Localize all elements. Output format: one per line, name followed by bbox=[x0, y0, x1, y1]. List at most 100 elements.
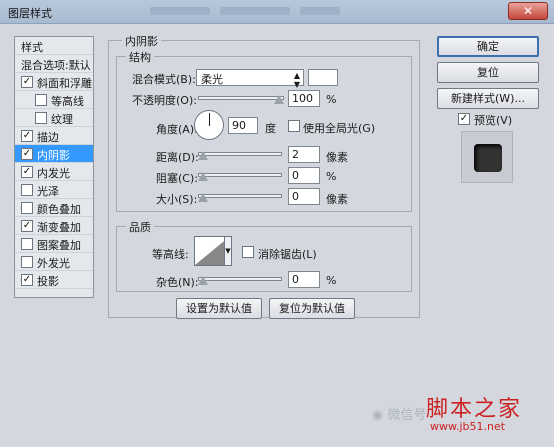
style-item[interactable]: ✓ 内发光 bbox=[15, 163, 93, 181]
style-item[interactable]: 外发光 bbox=[15, 253, 93, 271]
style-item-checkbox[interactable] bbox=[21, 256, 33, 268]
styles-header-label: 样式 bbox=[21, 41, 43, 54]
style-item-checkbox[interactable]: ✓ bbox=[21, 220, 33, 232]
blending-options-label: 混合选项:默认 bbox=[21, 59, 91, 72]
style-item-checkbox[interactable] bbox=[35, 94, 47, 106]
new-style-button[interactable]: 新建样式(W)... bbox=[437, 88, 539, 109]
choke-input[interactable]: 0 bbox=[288, 167, 320, 184]
style-item-checkbox[interactable] bbox=[21, 202, 33, 214]
distance-slider-thumb[interactable] bbox=[198, 151, 208, 160]
distance-unit: 像素 bbox=[326, 151, 348, 164]
preview-checkbox[interactable]: ✓ bbox=[458, 113, 470, 125]
style-item-checkbox[interactable]: ✓ bbox=[21, 166, 33, 178]
global-light-checkbox[interactable] bbox=[288, 120, 300, 132]
distance-slider[interactable] bbox=[198, 149, 282, 160]
angle-needle bbox=[209, 113, 210, 126]
style-item-checkbox[interactable]: ✓ bbox=[21, 274, 33, 286]
choke-slider[interactable] bbox=[198, 170, 282, 181]
global-light-label: 使用全局光(G) bbox=[303, 122, 376, 135]
blend-mode-select[interactable]: 柔光 ▲ ▼ bbox=[196, 69, 304, 89]
opacity-input[interactable]: 100 bbox=[288, 90, 320, 107]
style-item[interactable]: ✓ 斜面和浮雕 bbox=[15, 73, 93, 91]
style-item-checkbox[interactable] bbox=[21, 238, 33, 250]
style-item[interactable]: 图案叠加 bbox=[15, 235, 93, 253]
style-item-checkbox[interactable] bbox=[21, 184, 33, 196]
style-item-checkbox[interactable] bbox=[35, 112, 47, 124]
style-item-checkbox[interactable]: ✓ bbox=[21, 148, 33, 160]
style-item-label: 渐变叠加 bbox=[37, 221, 81, 234]
styles-header[interactable]: 样式 bbox=[15, 37, 93, 55]
style-item[interactable]: 光泽 bbox=[15, 181, 93, 199]
blending-options-item[interactable]: 混合选项:默认 bbox=[15, 55, 93, 73]
size-slider-track bbox=[198, 194, 282, 198]
contour-dropdown-button[interactable]: ▼ bbox=[224, 236, 232, 266]
choke-slider-thumb[interactable] bbox=[198, 172, 208, 181]
make-default-button[interactable]: 设置为默认值 bbox=[176, 298, 262, 319]
style-preview bbox=[461, 131, 513, 183]
style-item-label: 纹理 bbox=[51, 113, 73, 126]
style-item[interactable]: 颜色叠加 bbox=[15, 199, 93, 217]
choke-slider-track bbox=[198, 173, 282, 177]
style-item-label: 光泽 bbox=[37, 185, 59, 198]
size-slider[interactable] bbox=[198, 191, 282, 202]
quality-title: 品质 bbox=[126, 219, 154, 235]
titlebar-blur bbox=[300, 7, 340, 15]
style-item-label: 外发光 bbox=[37, 257, 70, 270]
style-item-label: 图案叠加 bbox=[37, 239, 81, 252]
size-unit: 像素 bbox=[326, 193, 348, 206]
opacity-slider[interactable] bbox=[198, 93, 284, 104]
opacity-slider-thumb[interactable] bbox=[274, 95, 284, 104]
contour-label: 等高线: bbox=[152, 248, 189, 261]
style-item[interactable]: ✓ 内阴影 bbox=[15, 145, 93, 163]
structure-title: 结构 bbox=[126, 49, 154, 65]
style-item-label: 描边 bbox=[37, 131, 59, 144]
style-item-label: 内发光 bbox=[37, 167, 70, 180]
style-item[interactable]: ✓ 投影 bbox=[15, 271, 93, 289]
antialias-checkbox[interactable] bbox=[242, 246, 254, 258]
size-label: 大小(S): bbox=[156, 193, 198, 206]
titlebar: 图层样式 ✕ bbox=[0, 0, 554, 24]
noise-slider[interactable] bbox=[198, 274, 282, 285]
reset-button[interactable]: 复位 bbox=[437, 62, 539, 83]
angle-input[interactable]: 90 bbox=[228, 117, 258, 134]
style-item[interactable]: 纹理 bbox=[15, 109, 93, 127]
style-item-label: 投影 bbox=[37, 275, 59, 288]
window-title: 图层样式 bbox=[8, 7, 52, 20]
preview-label: 预览(V) bbox=[474, 114, 513, 127]
distance-input[interactable]: 2 bbox=[288, 146, 320, 163]
style-item[interactable]: ✓ 描边 bbox=[15, 127, 93, 145]
shadow-color-swatch[interactable] bbox=[308, 69, 338, 86]
style-item-label: 颜色叠加 bbox=[37, 203, 81, 216]
angle-dial[interactable] bbox=[194, 110, 224, 140]
style-item-checkbox[interactable]: ✓ bbox=[21, 130, 33, 142]
style-item-label: 斜面和浮雕 bbox=[37, 77, 92, 90]
style-item[interactable]: ✓ 渐变叠加 bbox=[15, 217, 93, 235]
wechat-label: 微信号 bbox=[387, 408, 427, 423]
ok-button[interactable]: 确定 bbox=[437, 36, 539, 57]
wechat-watermark: ◉ 微信号 bbox=[372, 404, 427, 423]
inner-shadow-title: 内阴影 bbox=[122, 33, 161, 49]
angle-label: 角度(A): bbox=[156, 123, 198, 136]
opacity-unit: % bbox=[326, 93, 337, 106]
choke-label: 阻塞(C): bbox=[156, 172, 198, 185]
angle-unit: 度 bbox=[265, 122, 276, 135]
blend-mode-label: 混合模式(B): bbox=[132, 73, 196, 86]
blend-mode-value: 柔光 bbox=[201, 73, 223, 86]
noise-input[interactable]: 0 bbox=[288, 271, 320, 288]
size-input[interactable]: 0 bbox=[288, 188, 320, 205]
noise-slider-thumb[interactable] bbox=[198, 276, 208, 285]
antialias-label: 消除锯齿(L) bbox=[258, 248, 317, 261]
titlebar-blur bbox=[150, 7, 210, 15]
chevron-down-icon: ▲ ▼ bbox=[293, 71, 300, 89]
style-item[interactable]: 等高线 bbox=[15, 91, 93, 109]
distance-label: 距离(D): bbox=[156, 151, 199, 164]
close-button[interactable]: ✕ bbox=[508, 2, 548, 20]
style-item-label: 等高线 bbox=[51, 95, 84, 108]
style-item-checkbox[interactable]: ✓ bbox=[21, 76, 33, 88]
opacity-label: 不透明度(O): bbox=[132, 94, 197, 107]
choke-unit: % bbox=[326, 170, 337, 183]
size-slider-thumb[interactable] bbox=[198, 193, 208, 202]
style-item-label: 内阴影 bbox=[37, 149, 70, 162]
reset-default-button[interactable]: 复位为默认值 bbox=[269, 298, 355, 319]
noise-label: 杂色(N): bbox=[156, 276, 199, 289]
